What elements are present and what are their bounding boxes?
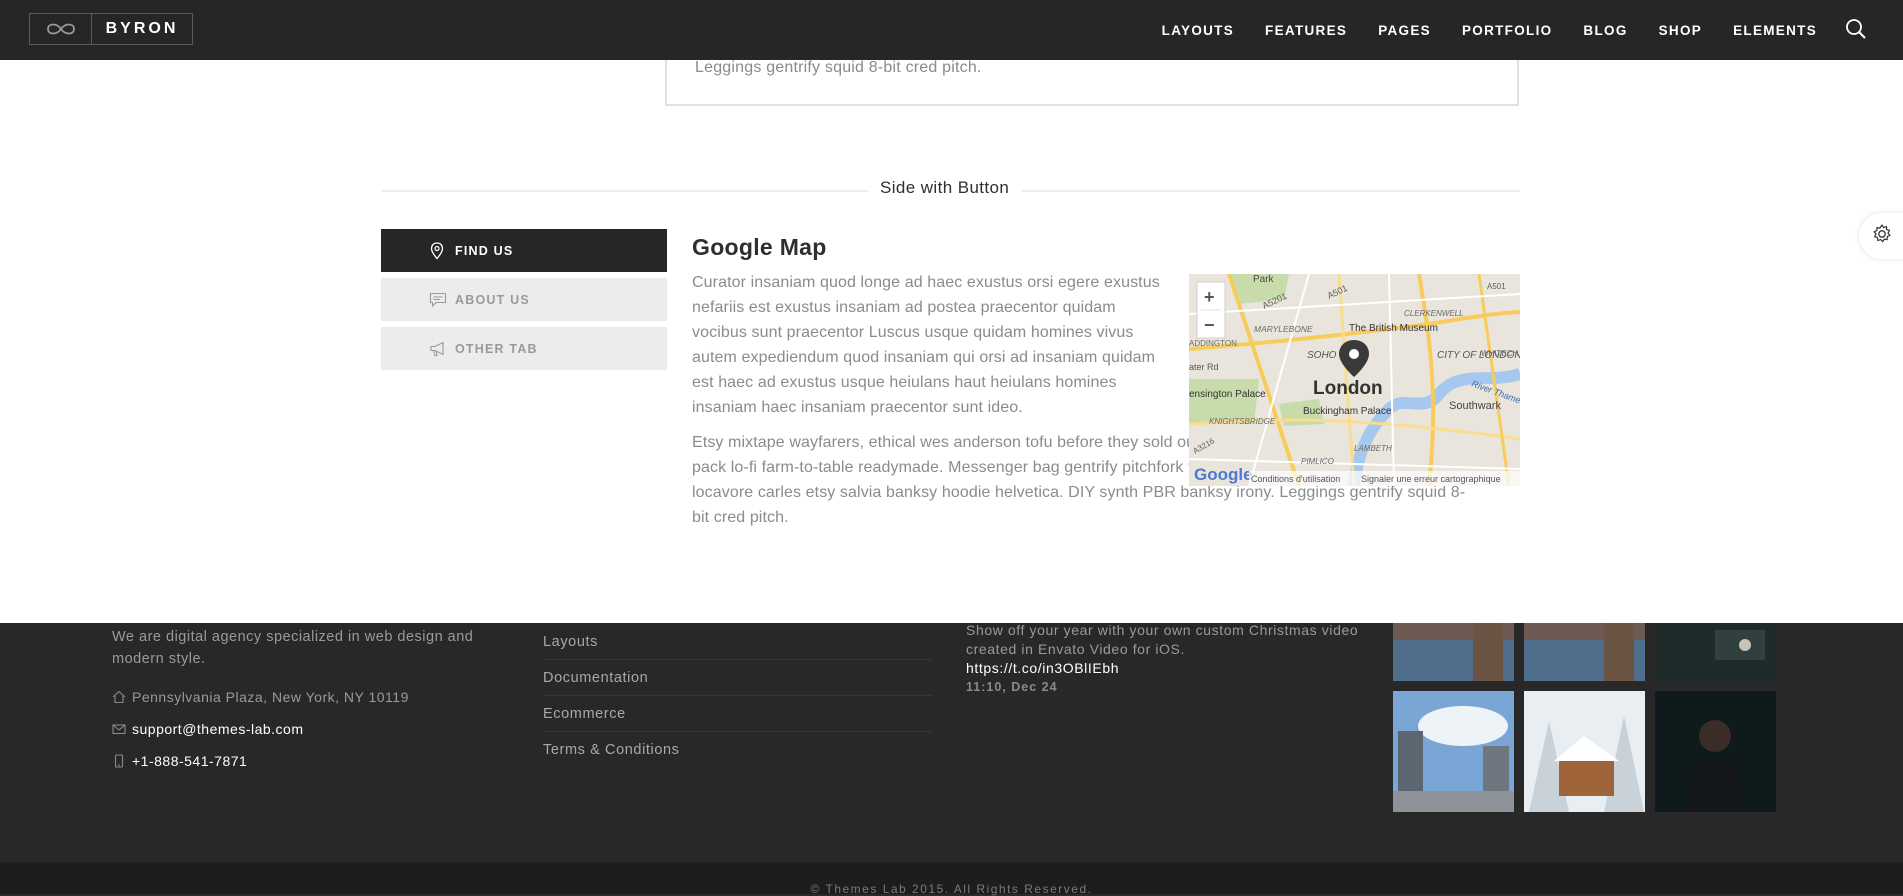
- home-icon: [112, 689, 128, 705]
- gallery-thumb-man[interactable]: [1655, 691, 1776, 812]
- tab-find-us[interactable]: FIND US: [381, 229, 667, 272]
- footer-email: support@themes-lab.com: [112, 713, 507, 745]
- footer-link-terms[interactable]: Terms & Conditions: [543, 732, 933, 767]
- map-label: LAMBETH: [1354, 444, 1392, 453]
- top-header: BYRON LAYOUTS FEATURES PAGES PORTFOLIO B…: [0, 0, 1903, 60]
- google-map[interactable]: Park A501 A501 A5201 MARYLEBONE CLERKENW…: [1189, 274, 1520, 486]
- nav-shop[interactable]: SHOP: [1659, 23, 1702, 38]
- footer-links: Layouts Documentation Ecommerce Terms & …: [543, 624, 933, 767]
- google-logo[interactable]: Google: [1194, 465, 1253, 484]
- map-zoom-control[interactable]: + −: [1196, 281, 1226, 339]
- map-label: SOHO: [1307, 350, 1337, 361]
- settings-button[interactable]: [1859, 213, 1903, 259]
- map-label: Buckingham Palace: [1303, 406, 1392, 417]
- map-label: CLERKENWELL: [1404, 309, 1464, 318]
- zoom-in-button[interactable]: +: [1204, 287, 1215, 307]
- footer-link-layouts[interactable]: Layouts: [543, 624, 933, 660]
- tab-about-us[interactable]: ABOUT US: [381, 278, 667, 321]
- footer-phone: +1-888-541-7871: [112, 745, 507, 777]
- map-label: Park: [1253, 274, 1275, 285]
- nav-blog[interactable]: BLOG: [1583, 23, 1627, 38]
- search-icon[interactable]: [1845, 18, 1869, 42]
- nav-elements[interactable]: ELEMENTS: [1733, 23, 1817, 38]
- nav-features[interactable]: FEATURES: [1265, 23, 1347, 38]
- footer-about-text: We are digital agency specialized in web…: [112, 629, 474, 667]
- map-label: ensington Palace: [1189, 389, 1266, 400]
- nav-layouts[interactable]: LAYOUTS: [1162, 23, 1234, 38]
- tweet-time: 11:10, Dec 24: [966, 680, 1058, 694]
- main-nav: LAYOUTS FEATURES PAGES PORTFOLIO BLOG SH…: [1131, 0, 1817, 60]
- zoom-out-button[interactable]: −: [1204, 315, 1215, 335]
- logo[interactable]: BYRON: [29, 13, 193, 45]
- tab-label: OTHER TAB: [455, 341, 538, 356]
- map-report-link[interactable]: Signaler une erreur cartographique: [1361, 474, 1501, 484]
- content-paragraph-1: Curator insaniam quod longe ad haec exus…: [692, 274, 1160, 416]
- map-label: KNIGHTSBRIDGE: [1209, 417, 1276, 426]
- section-title: Side with Button: [868, 178, 1022, 198]
- map-label: MARYLEBONE: [1254, 324, 1313, 334]
- megaphone-icon: [429, 340, 447, 358]
- gallery-thumb-cabin[interactable]: [1524, 691, 1645, 812]
- footer-about-column: We are digital agency specialized in web…: [112, 626, 507, 777]
- gallery-thumb-city[interactable]: [1393, 691, 1514, 812]
- tab-label: ABOUT US: [455, 292, 530, 307]
- logo-text: BYRON: [105, 20, 179, 37]
- footer-address: Pennsylvania Plaza, New York, NY 10119: [112, 681, 507, 713]
- content-panel: Leggings gentrify squid 8-bit cred pitch…: [0, 0, 1903, 623]
- map-terms-link[interactable]: Conditions d'utilisation: [1251, 474, 1340, 484]
- tab-other-tab[interactable]: OTHER TAB: [381, 327, 667, 370]
- tweet-text: Show off your year with your own custom …: [966, 622, 1359, 657]
- tab-label: FIND US: [455, 243, 514, 258]
- previous-card-text: Leggings gentrify squid 8-bit cred pitch…: [695, 59, 982, 76]
- nav-pages[interactable]: PAGES: [1378, 23, 1431, 38]
- map-label: The British Museum: [1349, 323, 1438, 334]
- chat-icon: [429, 291, 447, 309]
- content-heading: Google Map: [692, 234, 827, 260]
- map-label: ater Rd: [1189, 362, 1219, 372]
- map-city-label: London: [1313, 378, 1383, 399]
- footer-address-text: Pennsylvania Plaza, New York, NY 10119: [132, 689, 409, 705]
- footer-link-documentation[interactable]: Documentation: [543, 660, 933, 696]
- gear-icon: [1871, 223, 1893, 250]
- map-label: WHITECH: [1481, 349, 1519, 358]
- footer-email-link[interactable]: support@themes-lab.com: [132, 721, 304, 737]
- footer-link-ecommerce[interactable]: Ecommerce: [543, 696, 933, 732]
- nav-portfolio[interactable]: PORTFOLIO: [1462, 23, 1552, 38]
- map-pin-icon: [429, 241, 447, 260]
- tab-content: Google Map Curator insaniam quod longe a…: [692, 230, 1522, 530]
- infinity-logo-icon: [30, 14, 92, 44]
- footer-phone-text: +1-888-541-7871: [132, 753, 248, 769]
- tweet-link[interactable]: https://t.co/in3OBlIEbh: [966, 660, 1366, 676]
- map-label: ADDINGTON: [1189, 339, 1237, 348]
- phone-icon: [112, 753, 128, 769]
- side-tabs: FIND US ABOUT US OTHER TAB: [381, 229, 667, 376]
- mail-icon: [112, 721, 128, 737]
- map-label: Southwark: [1449, 400, 1501, 412]
- map-label: A501: [1487, 282, 1506, 291]
- map-label: PIMLICO: [1301, 457, 1334, 466]
